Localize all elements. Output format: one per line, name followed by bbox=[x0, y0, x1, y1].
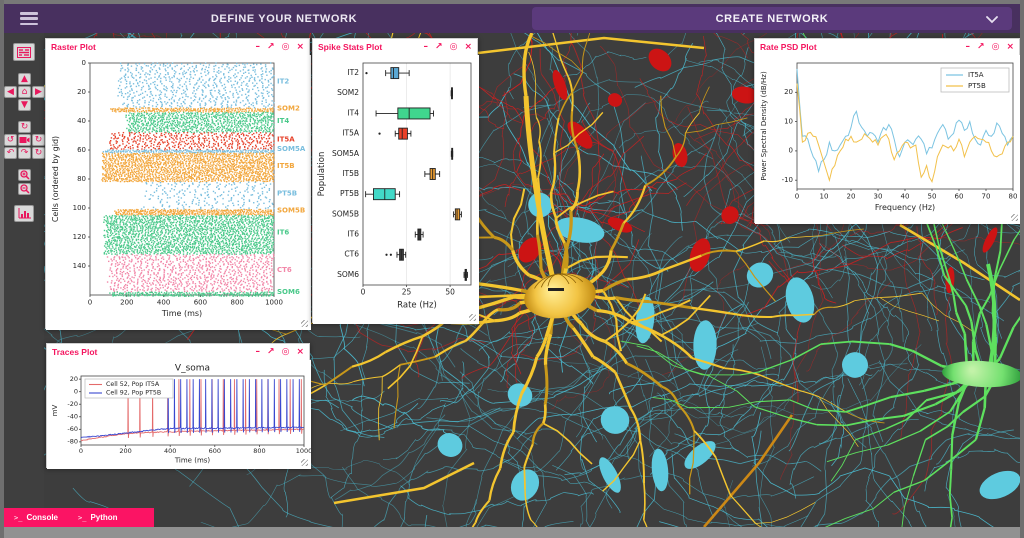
window-frame-top bbox=[0, 0, 1024, 4]
rate-psd-header[interactable]: Rate PSD Plot –↗ ◎ × bbox=[755, 39, 1019, 55]
detach-icon[interactable]: ◎ bbox=[282, 348, 290, 357]
raster-plot-header[interactable]: Raster Plot –↗ ◎ × bbox=[46, 39, 309, 55]
create-network-button[interactable]: CREATE NETWORK bbox=[532, 7, 1012, 30]
tab-python[interactable]: >_ Python bbox=[68, 508, 128, 527]
page-title: DEFINE YOUR NETWORK bbox=[154, 13, 414, 25]
expand-icon[interactable]: ↗ bbox=[267, 348, 275, 357]
window-title: Rate PSD Plot bbox=[760, 42, 966, 52]
minimize-icon[interactable]: – bbox=[424, 43, 429, 52]
home-icon[interactable]: ⌂ bbox=[18, 86, 31, 98]
window-title: Spike Stats Plot bbox=[318, 42, 424, 52]
close-icon[interactable]: × bbox=[1006, 43, 1014, 52]
rotate-right-icon[interactable]: ↻ bbox=[32, 134, 45, 146]
camera-toolbar: ▲◀⌂▶▼↻↺↻↶↷↻ bbox=[4, 33, 44, 527]
spike-stats-canvas bbox=[313, 55, 479, 324]
close-icon[interactable]: × bbox=[464, 43, 472, 52]
resize-handle[interactable] bbox=[301, 459, 308, 466]
app-window: DEFINE YOUR NETWORK CREATE NETWORK ▲◀⌂▶▼… bbox=[0, 0, 1024, 538]
rotate-left-icon[interactable]: ↺ bbox=[4, 134, 17, 146]
menu-icon[interactable] bbox=[20, 12, 38, 25]
minimize-icon[interactable]: – bbox=[256, 348, 261, 357]
window-frame-right bbox=[1020, 0, 1024, 538]
detach-icon[interactable]: ◎ bbox=[992, 43, 1000, 52]
detach-icon[interactable]: ◎ bbox=[282, 43, 290, 52]
resize-handle[interactable] bbox=[469, 314, 476, 321]
minimize-icon[interactable]: – bbox=[966, 43, 971, 52]
plot-spikes-icon[interactable] bbox=[13, 43, 35, 61]
rate-psd-canvas bbox=[755, 55, 1021, 224]
tab-console[interactable]: >_ Console bbox=[4, 508, 68, 527]
expand-icon[interactable]: ↗ bbox=[977, 43, 985, 52]
detach-icon[interactable]: ◎ bbox=[450, 43, 458, 52]
console-bar: >_ Console >_ Python bbox=[4, 508, 154, 527]
rotate-flip-icon[interactable]: ↷ bbox=[18, 147, 31, 159]
camera-icon[interactable] bbox=[18, 134, 31, 146]
terminal-prompt-icon: >_ bbox=[78, 514, 86, 522]
traces-plot-header[interactable]: Traces Plot –↗ ◎ × bbox=[47, 344, 309, 360]
zoom-out-icon[interactable] bbox=[18, 183, 31, 195]
pan-left-icon[interactable]: ◀ bbox=[4, 86, 17, 98]
raster-plot-canvas bbox=[46, 55, 311, 330]
raster-plot-window: Raster Plot –↗ ◎ × bbox=[45, 38, 310, 329]
tab-python-label: Python bbox=[90, 513, 117, 522]
spike-stats-header[interactable]: Spike Stats Plot –↗ ◎ × bbox=[313, 39, 477, 55]
top-bar: DEFINE YOUR NETWORK CREATE NETWORK bbox=[4, 4, 1020, 33]
terminal-prompt-icon: >_ bbox=[14, 514, 22, 522]
rate-psd-window: Rate PSD Plot –↗ ◎ × bbox=[754, 38, 1020, 223]
close-icon[interactable]: × bbox=[296, 348, 304, 357]
create-network-label: CREATE NETWORK bbox=[716, 13, 829, 25]
expand-icon[interactable]: ↗ bbox=[267, 43, 275, 52]
pan-up-icon[interactable]: ▲ bbox=[18, 73, 31, 85]
traces-plot-window: Traces Plot –↗ ◎ × bbox=[46, 343, 310, 468]
expand-icon[interactable]: ↗ bbox=[435, 43, 443, 52]
status-strip bbox=[0, 527, 1024, 538]
pan-down-icon[interactable]: ▼ bbox=[18, 99, 31, 111]
chevron-down-icon bbox=[986, 16, 998, 24]
close-icon[interactable]: × bbox=[296, 43, 304, 52]
resize-handle[interactable] bbox=[1011, 214, 1018, 221]
pan-right-icon[interactable]: ▶ bbox=[32, 86, 45, 98]
resize-handle[interactable] bbox=[301, 320, 308, 327]
rotate-up-icon[interactable]: ↻ bbox=[18, 121, 31, 133]
rotate-cw-icon[interactable]: ↻ bbox=[32, 147, 45, 159]
minimize-icon[interactable]: – bbox=[256, 43, 261, 52]
window-frame-left bbox=[0, 0, 4, 538]
traces-plot-canvas bbox=[47, 360, 311, 469]
zoom-in-icon[interactable] bbox=[18, 169, 31, 181]
tab-console-label: Console bbox=[26, 513, 58, 522]
window-title: Traces Plot bbox=[52, 347, 256, 357]
spike-stats-window: Spike Stats Plot –↗ ◎ × bbox=[312, 38, 478, 323]
rotate-ccw-icon[interactable]: ↶ bbox=[4, 147, 17, 159]
plot-chart-icon[interactable] bbox=[14, 205, 34, 222]
window-title: Raster Plot bbox=[51, 42, 256, 52]
